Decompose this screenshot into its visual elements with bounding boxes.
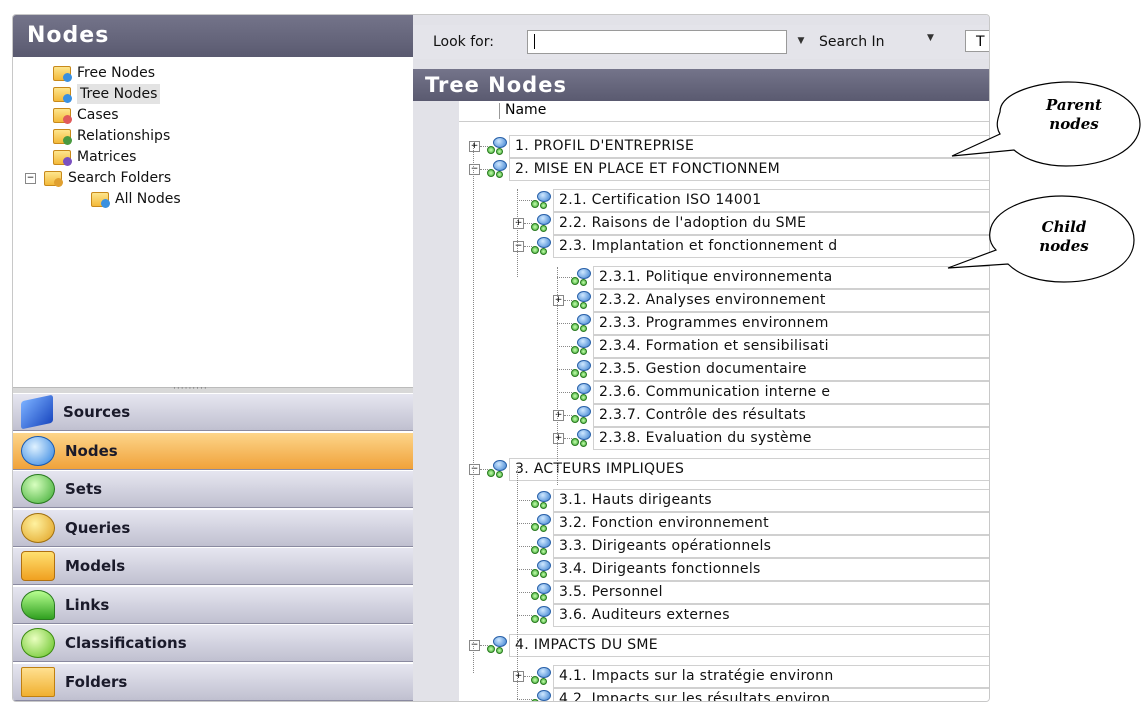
child-nodes-callout: Child nodes: [1024, 218, 1104, 256]
parent-nodes-callout: Parent nodes: [1034, 96, 1114, 134]
parent-callout-text: Parent nodes: [1046, 96, 1102, 133]
child-callout-text: Child nodes: [1039, 218, 1089, 255]
callout-shapes: [947, 81, 1141, 283]
